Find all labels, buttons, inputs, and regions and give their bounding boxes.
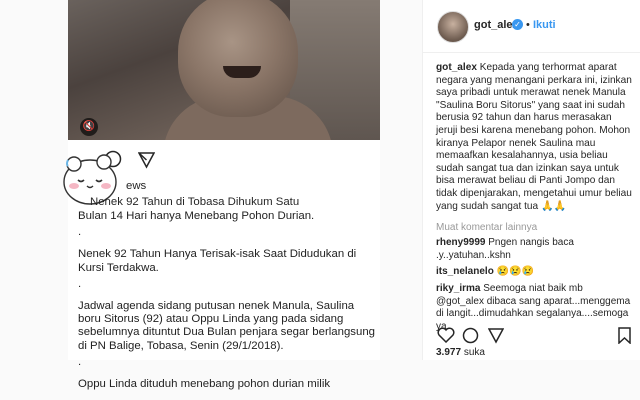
likes-count[interactable]: 3.977 suka xyxy=(436,347,485,358)
share-icon[interactable] xyxy=(138,152,155,169)
photo-face xyxy=(178,0,298,117)
divider xyxy=(423,52,640,53)
caption-text: Kepada yang terhormat aparat negara yang… xyxy=(436,62,632,212)
comment-username[interactable]: its_nelanelo xyxy=(436,266,494,277)
right-background xyxy=(380,0,422,360)
post-body: Bulan 14 Hari hanya Menebang Pohon Duria… xyxy=(78,210,378,400)
paragraph-2: Nenek 92 Tahun Hanya Terisak-isak Saat D… xyxy=(78,248,357,274)
likes-label: suka xyxy=(463,347,485,358)
share-icon[interactable] xyxy=(488,328,504,344)
heart-icon[interactable] xyxy=(437,327,455,343)
photo-mouth xyxy=(223,66,261,78)
caption: got_alex Kepada yang terhormat aparat ne… xyxy=(436,62,632,213)
comment-item: its_nelanelo 😢😢😢 xyxy=(436,266,632,279)
post-panel: 🔇 ews Nenek 92 Tahun di Tobasa Dihukum S… xyxy=(0,0,422,390)
verified-icon: ✓ xyxy=(512,19,523,30)
separator-dot: . xyxy=(78,355,82,368)
avatar[interactable] xyxy=(437,11,469,43)
post-headline-line1: Nenek 92 Tahun di Tobasa Dihukum Satu xyxy=(90,196,299,208)
separator-dot: . xyxy=(78,226,82,239)
headline-line2: Bulan 14 Hari hanya Menebang Pohon Duria… xyxy=(78,210,315,222)
paragraph-3: Jadwal agenda sidang putusan nenek Manul… xyxy=(78,300,375,352)
comment-item: rheny9999 Pngen nangis baca .y..yatuhan.… xyxy=(436,237,632,262)
mute-icon[interactable]: 🔇 xyxy=(80,118,98,136)
paragraph-4: Oppu Linda dituduh menebang pohon durian… xyxy=(78,378,331,391)
comment-text: 😢😢😢 xyxy=(496,266,534,277)
comment-icon[interactable] xyxy=(462,327,479,344)
caption-username[interactable]: got_alex xyxy=(436,62,477,73)
comment-item: riky_irma Seemoga niat baik mb @got_alex… xyxy=(436,283,632,333)
headline-text-1: Nenek 92 Tahun di Tobasa Dihukum Satu xyxy=(90,196,300,208)
separator-dot: • xyxy=(526,19,530,31)
bookmark-icon[interactable] xyxy=(618,327,631,344)
follow-button[interactable]: Ikuti xyxy=(533,19,556,31)
post-video[interactable] xyxy=(68,0,380,140)
likes-number: 3.977 xyxy=(436,347,462,358)
separator-dot: . xyxy=(78,277,82,290)
comment-username[interactable]: rheny9999 xyxy=(436,237,485,248)
load-more-comments-link[interactable]: Muat komentar lainnya xyxy=(436,222,537,233)
headline-fragment: ews xyxy=(126,180,147,192)
comment-username[interactable]: riky_irma xyxy=(436,283,480,294)
